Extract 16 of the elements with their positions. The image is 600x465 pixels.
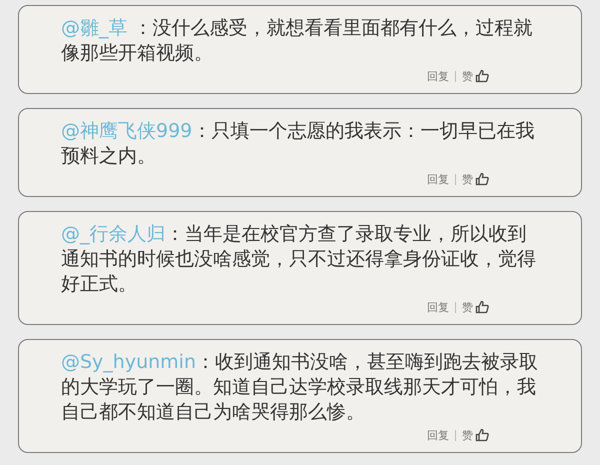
thumbs-up-icon	[475, 69, 489, 83]
comment-text: @神鹰飞侠999：只填一个志愿的我表示：一切早已在我预料之内。	[61, 119, 536, 169]
reply-link[interactable]: 回复	[427, 428, 449, 442]
reply-link[interactable]: 回复	[427, 300, 449, 314]
thumbs-up-icon	[475, 172, 489, 186]
like-button[interactable]: 赞	[462, 68, 489, 84]
comment-text: @雛_草 ：没什么感受，就想看看里面都有什么，过程就像那些开箱视频。	[61, 16, 534, 66]
thumbs-up-icon	[475, 428, 489, 442]
like-button[interactable]: 赞	[462, 428, 489, 442]
reply-link[interactable]: 回复	[427, 68, 449, 84]
comment-text: @Sy_hyunmin：收到通知书没啥，甚至嗨到跑去被录取的大学玩了一圈。知道自己达学校录取线那天才可怕，我自己都不知道自己为啥哭得那么惨。	[61, 350, 540, 425]
reply-link[interactable]: 回复	[427, 172, 449, 186]
comment-text: @_行余人归：当年是在校官方查了录取专业，所以收到通知书的时候也没啥感觉，只不过还得拿身份证收，觉得好正式。	[61, 222, 537, 297]
thumbs-up-icon	[475, 300, 489, 314]
like-button[interactable]: 赞	[462, 172, 489, 186]
like-button[interactable]: 赞	[462, 300, 489, 314]
